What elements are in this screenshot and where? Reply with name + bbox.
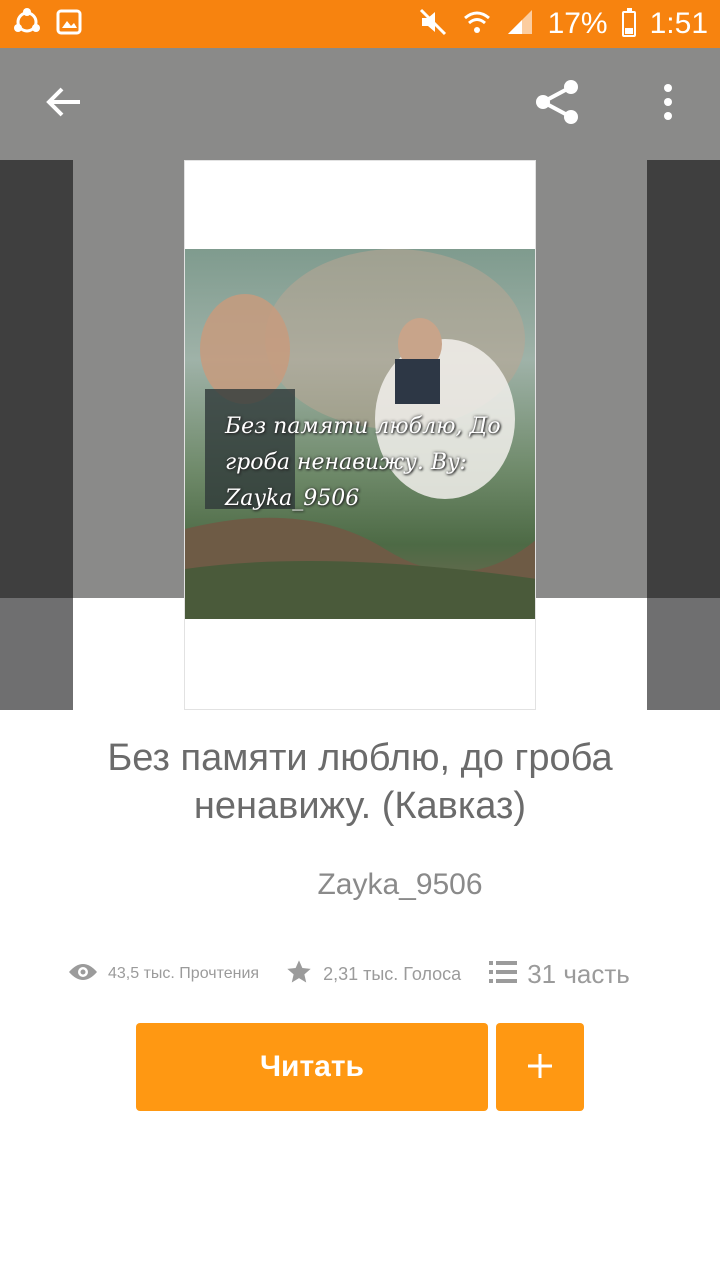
votes-count: 2,31 тыс. Голоса (323, 963, 462, 984)
next-cover-lower (647, 598, 720, 710)
back-button[interactable] (36, 76, 92, 132)
share-button[interactable] (530, 76, 586, 132)
wifi-icon (462, 7, 492, 42)
more-button[interactable] (640, 76, 696, 132)
signal-icon (506, 8, 534, 41)
reads-count: 43,5 тыс. Прочтения (108, 965, 260, 982)
book-detail-screen: 17% 1:51 Без памяти люблю, До гроба нена… (0, 0, 720, 1280)
list-icon (489, 960, 518, 989)
parts-stat: 31 часть (489, 959, 630, 990)
star-icon (285, 958, 313, 991)
sync-icon (12, 7, 42, 42)
votes-stat: 2,31 тыс. Голоса (285, 958, 461, 991)
plus-icon (525, 1051, 555, 1084)
eye-icon (68, 962, 98, 987)
image-icon (56, 9, 82, 40)
battery-percent: 17% (547, 7, 608, 40)
more-vertical-icon (662, 82, 674, 127)
status-right: 17% 1:51 (418, 7, 708, 42)
arrow-left-icon (44, 82, 84, 127)
read-button[interactable]: Читать (136, 1023, 488, 1111)
book-stats: 43,5 тыс. Прочтения 2,31 тыс. Голоса 31 … (68, 950, 668, 998)
toolbar-actions (530, 76, 696, 132)
clock: 1:51 (649, 7, 708, 40)
share-icon (533, 77, 583, 132)
author-link[interactable]: Zayka_9506 (0, 868, 720, 902)
next-cover[interactable] (647, 160, 720, 598)
parts-count: 31 часть (527, 958, 630, 989)
status-bar: 17% 1:51 (0, 0, 720, 48)
cover-image: Без памяти люблю, До гроба ненавижу. By:… (185, 249, 535, 619)
cover-text: Без памяти люблю, До гроба ненавижу. By:… (225, 414, 501, 511)
toolbar (0, 48, 720, 160)
previous-cover[interactable] (0, 160, 73, 598)
add-to-library-button[interactable] (496, 1023, 584, 1111)
status-left (12, 7, 82, 42)
reads-stat: 43,5 тыс. Прочтения (68, 962, 259, 987)
mute-icon (418, 7, 448, 42)
battery-icon (621, 8, 636, 37)
book-cover[interactable]: Без памяти люблю, До гроба ненавижу. By:… (184, 160, 536, 710)
book-title: Без памяти люблю, до гроба ненавижу. (Ка… (107, 737, 613, 827)
previous-cover-lower (0, 598, 73, 710)
